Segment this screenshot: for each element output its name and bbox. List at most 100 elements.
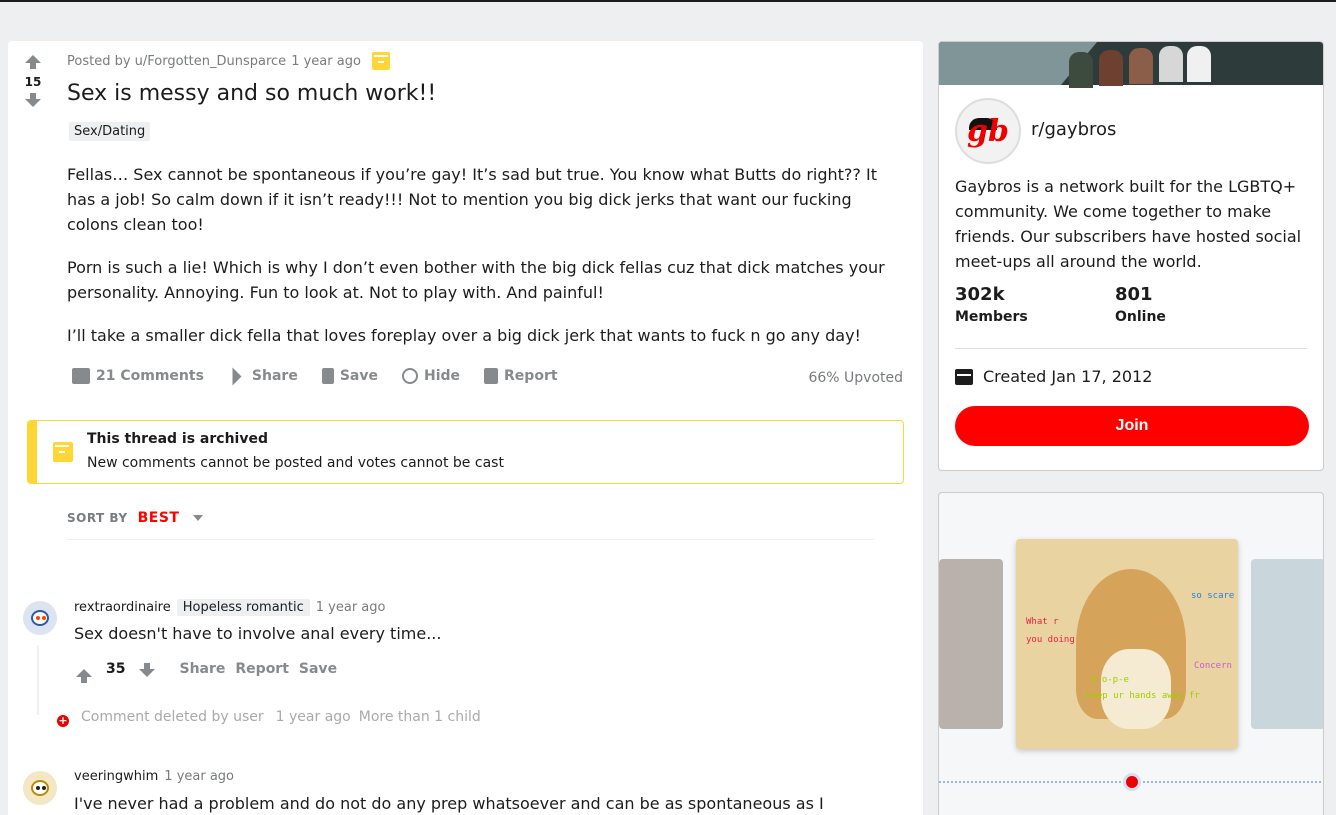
dog-chest — [1101, 649, 1171, 729]
comment-text: I've never had a problem and do not do a… — [74, 794, 824, 813]
upvote-icon[interactable] — [25, 55, 41, 69]
community-logo-text: gb — [967, 114, 1009, 149]
sort-by[interactable]: SORT BY BEST — [67, 510, 204, 526]
banner-person — [1069, 52, 1093, 88]
online-label: Online — [1115, 309, 1166, 325]
expand-icon[interactable]: + — [57, 715, 69, 727]
bookmark-icon — [321, 368, 334, 384]
archive-icon — [371, 52, 390, 70]
community-description: Gaybros is a network built for the LGBTQ… — [955, 177, 1302, 271]
post-meta: Posted by u/Forgotten_Dunsparce 1 year a… — [67, 52, 390, 70]
meme-text: d-o-p-e — [1091, 675, 1129, 685]
more-children-link[interactable]: More than 1 child — [359, 709, 481, 725]
hide-icon — [401, 368, 418, 384]
downvote-icon[interactable] — [25, 93, 41, 107]
meme-text: keep ur hands away fr — [1086, 691, 1200, 701]
comment-flair: Hopeless romantic — [176, 599, 310, 616]
comment-meta: veeringwhim 1 year ago — [74, 769, 234, 784]
comment-save-button[interactable]: Save — [299, 661, 337, 677]
comment-text: Sex doesn't have to involve anal every t… — [74, 624, 442, 643]
created-text: Created Jan 17, 2012 — [983, 367, 1153, 386]
post-time[interactable]: 1 year ago — [291, 54, 361, 69]
comments-button[interactable]: 21 Comments — [72, 368, 216, 384]
slider-knob[interactable] — [1123, 773, 1141, 791]
members-stat: 302k Members — [955, 284, 1028, 325]
hide-label: Hide — [423, 368, 461, 384]
comment-share-button[interactable]: Share — [179, 661, 225, 677]
avatar-eye — [42, 616, 46, 620]
avatar[interactable] — [23, 601, 57, 635]
carousel-slider[interactable] — [939, 773, 1323, 791]
sort-label: SORT BY — [67, 511, 128, 525]
archived-title: This thread is archived — [87, 431, 268, 447]
comment-time[interactable]: 1 year ago — [316, 600, 386, 615]
share-button[interactable]: Share — [228, 367, 310, 385]
avatar-eye — [36, 786, 40, 790]
members-label: Members — [955, 309, 1028, 325]
archive-icon — [53, 442, 73, 462]
snoo-face — [31, 780, 49, 796]
comment-score: 35 — [106, 661, 126, 677]
online-count: 801 — [1115, 284, 1153, 305]
meme-text: Concern — [1194, 661, 1232, 671]
community-name[interactable]: r/gaybros — [1031, 119, 1116, 140]
share-icon — [232, 367, 242, 385]
report-button[interactable]: Report — [484, 368, 570, 384]
post-vote-column: 15 — [22, 55, 44, 107]
meme-text: What r — [1026, 617, 1059, 627]
post-paragraph: I’ll take a smaller dick fella that love… — [67, 326, 861, 345]
banner-person — [1187, 46, 1211, 82]
save-button[interactable]: Save — [321, 368, 390, 384]
post-paragraph: Fellas… Sex cannot be spontaneous if you… — [67, 165, 877, 234]
post-score: 15 — [24, 75, 42, 89]
community-avatar[interactable]: gb — [955, 98, 1021, 164]
meme-text: you doing — [1026, 635, 1075, 645]
online-stat: 801 Online — [1115, 284, 1166, 325]
post-card: 15 Posted by u/Forgotten_Dunsparce 1 yea… — [8, 41, 923, 815]
hide-button[interactable]: Hide — [401, 368, 472, 384]
community-sidebar: gb r/gaybros Gaybros is a network built … — [938, 41, 1324, 471]
community-banner — [939, 42, 1323, 88]
carousel-prev-image[interactable] — [939, 559, 1003, 729]
sort-value: BEST — [137, 510, 180, 526]
deleted-comment: Comment deleted by user 1 year ago More … — [81, 709, 481, 725]
members-count: 302k — [955, 284, 1005, 305]
avatar[interactable] — [23, 771, 57, 805]
created-date: Created Jan 17, 2012 — [955, 367, 1152, 386]
upvote-icon[interactable] — [76, 669, 92, 683]
archived-notice: This thread is archived New comments can… — [27, 420, 904, 484]
promo-card: What r you doing so scare Concern d-o-p-… — [938, 492, 1324, 815]
comment-actions: 35 Share Report Save — [76, 661, 337, 683]
comment-author[interactable]: veeringwhim — [74, 769, 158, 784]
post-flair[interactable]: Sex/Dating — [69, 122, 151, 141]
banner-person — [1099, 50, 1123, 86]
downvote-icon[interactable] — [139, 663, 156, 677]
post-body: Fellas… Sex cannot be spontaneous if you… — [67, 162, 897, 366]
upvote-ratio: 66% Upvoted — [808, 370, 903, 386]
divider — [955, 348, 1307, 349]
thread-line[interactable] — [37, 645, 39, 715]
post-title[interactable]: Sex is messy and so much work!! — [67, 81, 436, 106]
comment-author[interactable]: rextraordinaire — [74, 600, 171, 615]
avatar-eye — [42, 786, 46, 790]
chevron-down-icon — [193, 515, 204, 521]
deleted-text: Comment deleted by user — [81, 709, 264, 725]
save-label: Save — [339, 368, 378, 384]
archived-text: New comments cannot be posted and votes … — [87, 455, 504, 471]
post-author[interactable]: Posted by u/Forgotten_Dunsparce — [67, 54, 286, 69]
comment-meta: rextraordinaire Hopeless romantic 1 year… — [74, 599, 385, 616]
banner-person — [1129, 48, 1153, 84]
carousel-image-doge[interactable]: What r you doing so scare Concern d-o-p-… — [1016, 539, 1238, 749]
comment-time[interactable]: 1 year ago — [164, 769, 234, 784]
flag-icon — [484, 368, 499, 384]
carousel-next-image[interactable] — [1251, 559, 1323, 729]
comment-report-button[interactable]: Report — [235, 661, 289, 677]
snoo-face — [31, 610, 49, 626]
join-button[interactable]: Join — [955, 406, 1309, 446]
divider — [67, 539, 874, 540]
meme-text: so scare — [1191, 591, 1235, 601]
share-label: Share — [251, 368, 298, 384]
avatar-eye — [36, 616, 40, 620]
cake-icon — [955, 368, 973, 385]
deleted-time[interactable]: 1 year ago — [276, 709, 351, 725]
